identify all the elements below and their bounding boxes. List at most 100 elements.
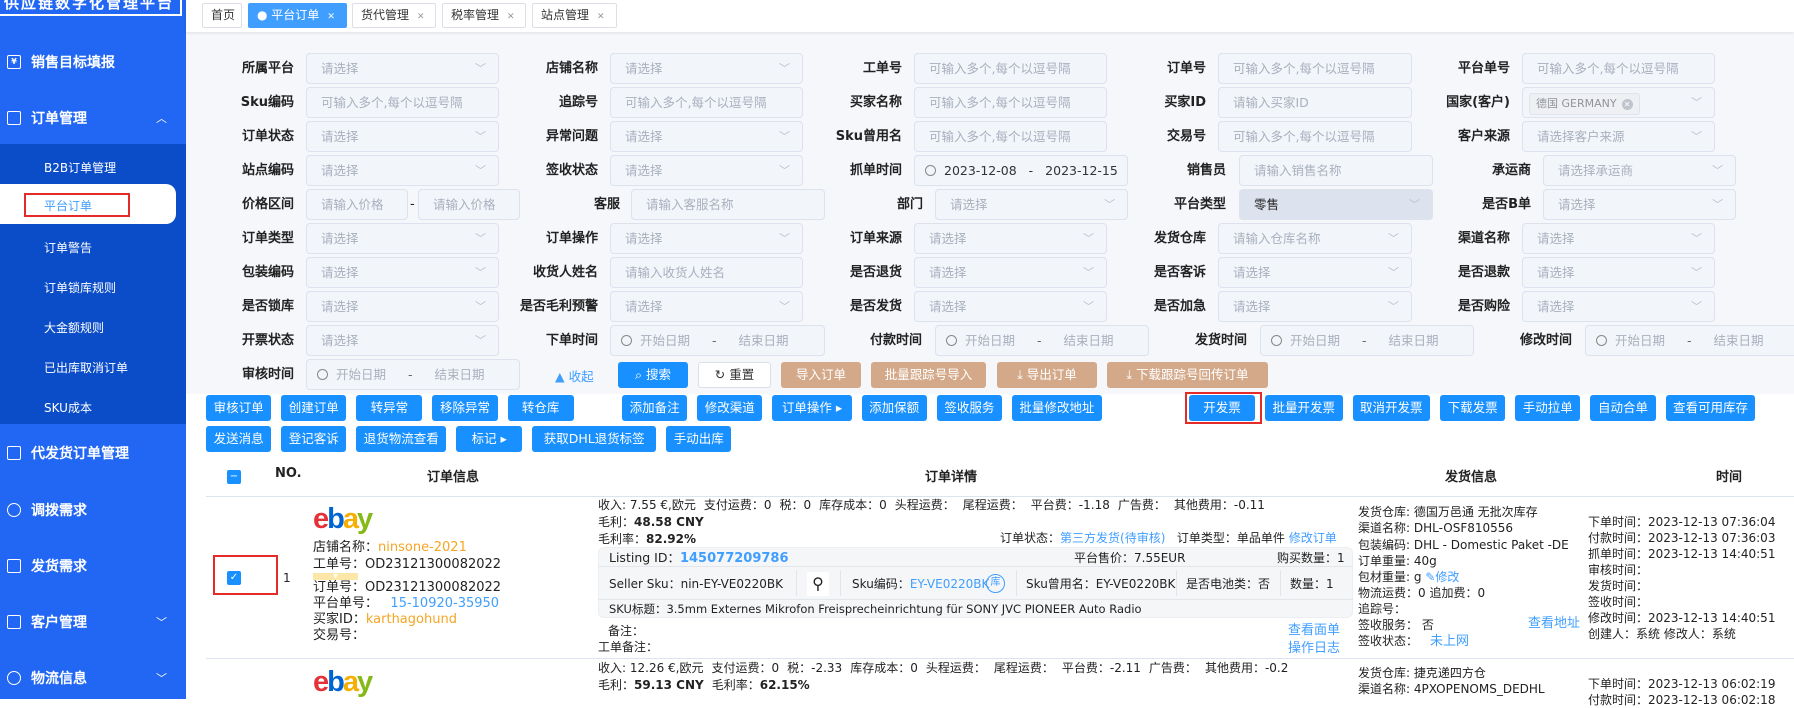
toolbar-button[interactable]: 修改渠道 [697,395,763,421]
tab-forwarder-management[interactable]: 货代管理 ✕ [352,3,436,28]
toolbar-button[interactable]: 签收服务 [936,395,1002,421]
filter-select-5-4[interactable]: 请选择 ﹀ [1522,223,1715,254]
row-checkbox[interactable]: ✓ [227,571,241,585]
toolbar-button[interactable]: 批量开发票 [1265,395,1343,421]
filter-select-3-4[interactable]: 请选择承运商 ﹀ [1543,155,1736,186]
toolbar-button[interactable]: 标记 ▸ [456,426,523,452]
date-separator: - [1687,333,1692,348]
tab-platform-orders[interactable]: ● 平台订单 ✕ [248,3,347,28]
close-icon[interactable]: ✕ [327,12,335,22]
stock-badge[interactable]: 库 [986,574,1005,593]
toolbar-button[interactable]: 取消开发票 [1352,395,1430,421]
platform-no-link[interactable]: 15-10920-35950 [390,596,499,611]
export-orders-button[interactable]: ⤓ 导出订单 [997,362,1097,388]
start-date-placeholder: 开始日期 [1615,333,1666,348]
listing-id-link[interactable]: 145077209786 [680,551,789,566]
toolbar-button[interactable]: 移除异常 [432,395,498,421]
close-icon[interactable]: ✕ [507,12,515,22]
search-button[interactable]: ⌕ 搜索 [618,362,688,388]
tab-tax-rate-management[interactable]: 税率管理 ✕ [442,3,526,28]
submenu-item-stock-lock-rules[interactable]: 订单锁库规则 [44,279,116,296]
download-tracking-button[interactable]: ⤓ 下载跟踪号回传订单 [1107,362,1268,388]
view-label-link[interactable]: 查看面单 [1288,623,1340,639]
close-icon[interactable]: ✕ [417,12,425,22]
order-status-link[interactable]: 第三方发货(待审核) [1060,531,1165,545]
toolbar-button[interactable]: 查看可用库存 [1665,395,1756,421]
toolbar-button[interactable]: 获取DHL退货标签 [532,426,657,452]
toolbar-button[interactable]: 自动合单 [1590,395,1656,421]
sidebar-item-dropship-orders[interactable]: 代发货订单管理 [0,438,186,468]
sign-status-link[interactable]: 未上网 [1430,634,1469,649]
toolbar-button[interactable]: 审核订单 [206,395,272,421]
sidebar-item-transfer-demand[interactable]: 调拨需求 [0,495,186,525]
collapse-link[interactable]: ▲ 收起 [555,366,594,385]
pay-time: 付款时间：2023-12-13 06:02:18 [1588,693,1776,707]
submenu-item-large-amount-rules[interactable]: 大金额规则 [44,319,104,336]
toolbar-button[interactable]: 添加备注 [622,395,688,421]
sidebar-item-shipping-demand[interactable]: 发货需求 [0,551,186,581]
toolbar-button[interactable]: 手动出库 [666,426,732,452]
toolbar-button[interactable]: 批量修改地址 [1012,395,1102,421]
chevron-down-icon: ﹀ [1712,198,1723,211]
toolbar-button[interactable]: 添加保额 [861,395,927,421]
toolbar-button[interactable]: 创建订单 [281,395,347,421]
batch-tracking-import-button[interactable]: 批量跟踪号导入 [871,362,986,388]
tab-site-management[interactable]: 站点管理 ✕ [532,3,617,28]
purchase-quantity: 购买数量：1 [1277,551,1345,565]
filter-select-4-4[interactable]: 请选择 ﹀ [1543,189,1736,220]
ship-channel: 渠道名称: 4PXOPENOMS_DEDHL [1358,682,1545,696]
submenu-item-b2b-orders[interactable]: B2B订单管理 [44,159,116,176]
sku-link[interactable]: EY-VE0220BK [910,577,990,591]
highlight-box [213,555,278,595]
ship-warehouse: 发货仓库: 捷克递四方仓 [1358,666,1486,680]
placeholder: 请输入客服名称 [646,197,734,212]
start-date: 2023-12-08 [944,163,1017,178]
filter-date-8-4[interactable]: 开始日期 - 结束日期 [1585,325,1794,356]
ship-warehouse: 发货仓库: 德国万邑通 无批次库存 [1358,505,1538,519]
fee-item: 尾程运费： [962,498,1023,512]
sidebar-item-logistics-info[interactable]: 物流信息 ﹀ [0,663,186,693]
clock-icon [317,369,328,380]
filter-select-7-4[interactable]: 请选择 ﹀ [1522,291,1715,322]
import-orders-button[interactable]: 导入订单 [781,362,861,388]
toolbar-button[interactable]: 手动拉单 [1515,395,1581,421]
filter-select-2-4[interactable]: 请选择客户来源 ﹀ [1522,121,1715,152]
column-header-shipping: 发货信息 [1445,470,1498,485]
operation-log-link[interactable]: 操作日志 [1288,641,1340,657]
selected-value: 零售 [1254,197,1280,212]
filter-label: 订单状态 [241,129,294,144]
expand-toggle[interactable]: ▼ [313,573,358,580]
product-image[interactable]: ⚲ [807,572,829,596]
filter-input-0-4[interactable]: 可输入多个,每个以逗号隔 [1522,53,1715,84]
edit-order-link[interactable]: 修改订单 [1289,531,1337,545]
label: 毛利： [598,515,635,529]
toolbar-button[interactable]: 订单操作 ▸ [772,395,852,421]
reset-button[interactable]: ↻ 重置 [698,362,771,388]
view-address-link[interactable]: 查看地址 [1528,616,1580,632]
toolbar-button[interactable]: 登记客诉 [281,426,347,452]
filter-tag-1-4[interactable]: 德国 GERMANY ✕ ﹀ [1522,87,1715,118]
toolbar-button[interactable]: 转异常 [356,395,423,421]
toolbar-button[interactable]: 退货物流查看 [356,426,447,452]
sidebar-item-customer-management[interactable]: 客户管理 ﹀ [0,607,186,637]
tab-home[interactable]: 首页 [202,3,242,28]
toolbar-button[interactable]: 发送消息 [206,426,272,452]
toolbar-button[interactable]: 下载发票 [1440,395,1506,421]
edit-pack-weight-link[interactable]: 修改 [1435,570,1459,584]
toolbar-button[interactable]: 转仓库 [507,395,574,421]
ship-freight: 物流运费：0 追加费：0 [1358,586,1486,600]
filter-range-4-0[interactable]: 请输入价格 [306,189,408,220]
select-all-checkbox[interactable]: − [227,470,241,484]
filter-label: 发货仓库 [1153,231,1206,246]
filter-date-9-0[interactable]: 开始日期 - 结束日期 [306,359,520,390]
close-icon[interactable]: ✕ [597,12,605,22]
buyer-value: karthagohund [365,612,457,627]
time-entry: 抓单时间：2023-12-13 14:40:51 [1588,547,1776,561]
tag-close-icon[interactable]: ✕ [1621,99,1633,110]
submenu-item-sku-cost[interactable]: SKU成本 [44,399,92,416]
sidebar-item-label: 发货需求 [31,559,87,575]
submenu-item-cancel-shipped[interactable]: 已出库取消订单 [44,359,128,376]
filter-select-6-4[interactable]: 请选择 ﹀ [1522,257,1715,288]
start-date-placeholder: 开始日期 [1290,333,1341,348]
submenu-item-order-warning[interactable]: 订单警告 [44,239,92,256]
